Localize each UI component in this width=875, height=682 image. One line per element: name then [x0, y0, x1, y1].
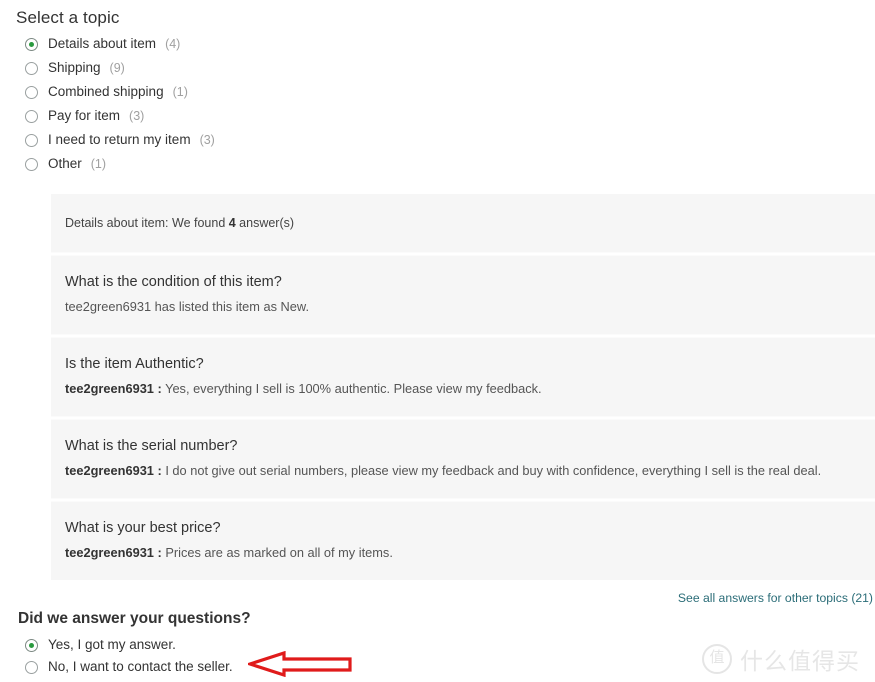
- qa-answer: tee2green6931 has listed this item as Ne…: [65, 298, 857, 316]
- topic-option-label: Shipping: [48, 60, 101, 75]
- radio-icon-pay-for-item[interactable]: [25, 109, 38, 123]
- topic-option-label: I need to return my item: [48, 132, 191, 147]
- topic-option-label: Other: [48, 156, 82, 171]
- radio-icon-other[interactable]: [25, 157, 38, 171]
- feedback-option-label: No, I want to contact the seller.: [48, 659, 233, 674]
- radio-icon-shipping[interactable]: [25, 61, 38, 75]
- qa-row: Is the item Authentic? tee2green6931 : Y…: [51, 338, 875, 416]
- radio-icon-return-item[interactable]: [25, 133, 38, 147]
- radio-icon-yes[interactable]: [25, 638, 38, 652]
- feedback-section: Did we answer your questions? Yes, I got…: [0, 610, 875, 678]
- qa-seller-name: tee2green6931 :: [65, 463, 162, 478]
- see-all-answers-link[interactable]: See all answers for other topics (21): [678, 591, 873, 605]
- feedback-option-list: Yes, I got my answer. No, I want to cont…: [0, 634, 875, 678]
- qa-seller-name: tee2green6931 :: [65, 545, 162, 560]
- qa-question: Is the item Authentic?: [65, 356, 204, 372]
- answers-header-prefix: Details about item: We found: [65, 216, 229, 230]
- annotation-arrow-left-icon: [244, 650, 352, 678]
- qa-answer-text: I do not give out serial numbers, please…: [165, 463, 822, 478]
- topic-option-combined-shipping[interactable]: Combined shipping (1): [25, 80, 875, 104]
- topic-option-count: (4): [165, 37, 181, 51]
- qa-question: What is your best price?: [65, 520, 221, 536]
- answers-panel: Details about item: We found 4 answer(s)…: [51, 194, 875, 580]
- qa-answer: tee2green6931 : Yes, everything I sell i…: [65, 380, 857, 398]
- feedback-option-yes[interactable]: Yes, I got my answer.: [25, 634, 875, 656]
- answers-panel-header: Details about item: We found 4 answer(s): [51, 194, 875, 252]
- topic-selector-section: Select a topic Details about item (4) Sh…: [0, 0, 875, 176]
- page-title: Select a topic: [16, 8, 120, 27]
- radio-icon-no-contact-seller[interactable]: [25, 660, 38, 674]
- qa-question: What is the condition of this item?: [65, 274, 282, 290]
- qa-answer-text: Yes, everything I sell is 100% authentic…: [165, 381, 542, 396]
- see-all-answers-container: See all answers for other topics (21): [0, 589, 875, 607]
- answers-header-suffix: answer(s): [235, 216, 295, 230]
- qa-row: What is your best price? tee2green6931 :…: [51, 502, 875, 580]
- qa-seller-name: tee2green6931 :: [65, 381, 162, 396]
- topic-option-shipping[interactable]: Shipping (9): [25, 56, 875, 80]
- topic-option-count: (3): [129, 109, 145, 123]
- qa-answer: tee2green6931 : I do not give out serial…: [65, 462, 857, 480]
- topic-option-label: Details about item: [48, 36, 157, 51]
- feedback-option-no-contact-seller[interactable]: No, I want to contact the seller.: [25, 656, 875, 678]
- topic-option-count: (3): [199, 133, 215, 147]
- radio-icon-details-about-item[interactable]: [25, 37, 38, 51]
- topic-option-count: (1): [90, 157, 107, 171]
- topic-option-count: (1): [172, 85, 188, 99]
- radio-icon-combined-shipping[interactable]: [25, 85, 38, 99]
- topic-option-count: (9): [109, 61, 125, 75]
- topic-list: Details about item (4) Shipping (9) Comb…: [0, 32, 875, 176]
- topic-option-details-about-item[interactable]: Details about item (4): [25, 32, 875, 56]
- topic-option-label: Pay for item: [48, 108, 121, 123]
- topic-option-pay-for-item[interactable]: Pay for item (3): [25, 104, 875, 128]
- qa-row: What is the serial number? tee2green6931…: [51, 420, 875, 498]
- feedback-option-label: Yes, I got my answer.: [48, 637, 176, 652]
- topic-option-label: Combined shipping: [48, 84, 164, 99]
- topic-option-return-item[interactable]: I need to return my item (3): [25, 128, 875, 152]
- topic-option-other[interactable]: Other (1): [25, 152, 875, 176]
- qa-question: What is the serial number?: [65, 438, 238, 454]
- answers-header-count: 4: [228, 216, 236, 230]
- qa-answer-text: Prices are as marked on all of my items.: [165, 545, 393, 560]
- qa-row: What is the condition of this item? tee2…: [51, 256, 875, 334]
- qa-answer-text: tee2green6931 has listed this item as Ne…: [65, 299, 309, 314]
- feedback-title: Did we answer your questions?: [18, 610, 251, 627]
- qa-answer: tee2green6931 : Prices are as marked on …: [65, 544, 857, 562]
